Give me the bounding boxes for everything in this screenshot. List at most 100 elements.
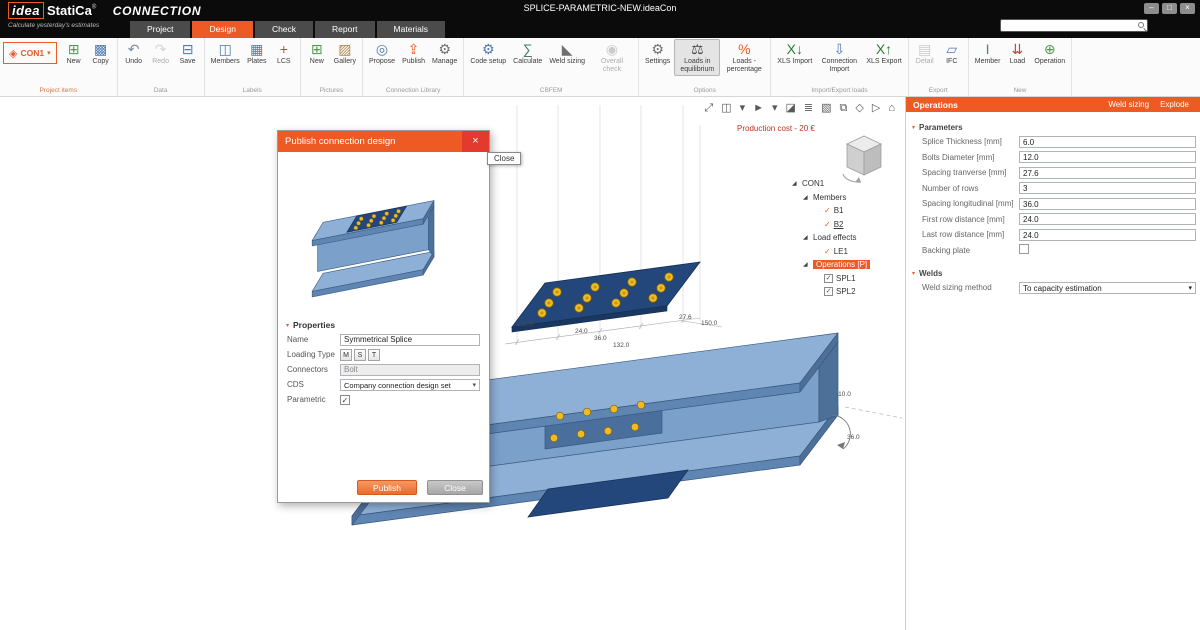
ribbon-pictures-gallery-button[interactable]: ▨Gallery <box>331 39 359 68</box>
ribbon-import-export-loads-xls-import-button[interactable]: X↓XLS Import <box>774 39 815 68</box>
checkbox-checked-icon[interactable]: ✓ <box>824 287 833 296</box>
param-number-of-rows-input[interactable]: 3 <box>1019 182 1196 194</box>
dimension-label: 150.0 <box>701 320 718 327</box>
copy-picture-icon[interactable]: ⧉ <box>840 101 848 115</box>
tab-report[interactable]: Report <box>315 21 375 38</box>
ribbon-options-loads-in-equilibrium-button[interactable]: ⚖Loads in equilibrium <box>674 39 720 76</box>
ribbon-project-items-new-button[interactable]: ⊞New <box>61 39 87 68</box>
section-collapse-icon[interactable]: ▾ <box>286 322 289 329</box>
layers-icon[interactable]: ≣ <box>804 101 813 115</box>
ribbon-item-label: Detail <box>916 58 934 66</box>
loading-type-t-button[interactable]: T <box>368 349 380 361</box>
parametric-checkbox[interactable]: ✓ <box>340 395 350 405</box>
loading-type-s-button[interactable]: S <box>354 349 366 361</box>
ribbon-data-undo-button[interactable]: ↶Undo <box>121 39 147 68</box>
param-first-row-distance-mm-input[interactable]: 24.0 <box>1019 213 1196 225</box>
tree-node-spl1[interactable]: ✓SPL1 <box>790 272 902 286</box>
ribbon-options-settings-button[interactable]: ⚙Settings <box>642 39 673 68</box>
ribbon-cbfem-calculate-button[interactable]: ∑Calculate <box>510 39 545 68</box>
tree-node-operations-p[interactable]: ◢Operations [P] <box>790 258 902 272</box>
transparency-icon[interactable]: ◇ <box>855 101 863 115</box>
param-label: Bolts Diameter [mm] <box>922 153 1019 162</box>
dialog-title: Publish connection design <box>278 136 462 147</box>
param-backing-plate-checkbox[interactable] <box>1019 244 1029 254</box>
explode-link[interactable]: Explode <box>1160 100 1200 109</box>
weld-sizing-link[interactable]: Weld sizing <box>1108 100 1160 109</box>
tree-node-label: Operations [P] <box>813 260 870 269</box>
param-spacing-longitudinal-mm-input[interactable]: 36.0 <box>1019 198 1196 210</box>
ribbon-import-export-loads-connection-import-button[interactable]: ⇩Connection Import <box>816 39 862 76</box>
ribbon-new-load-button[interactable]: ⇊Load <box>1004 39 1030 68</box>
param-bolts-diameter-mm-input[interactable]: 12.0 <box>1019 151 1196 163</box>
ribbon-pictures-new-button[interactable]: ⊞New <box>304 39 330 68</box>
tree-node-spl2[interactable]: ✓SPL2 <box>790 285 902 299</box>
ribbon-cbfem-weld-sizing-button[interactable]: ◣Weld sizing <box>546 39 588 68</box>
close-button[interactable]: Close <box>427 480 483 495</box>
section-collapse-icon[interactable]: ▾ <box>912 124 915 131</box>
ribbon-labels-plates-button[interactable]: ▦Plates <box>244 39 270 68</box>
expander-icon[interactable]: ◢ <box>803 261 813 268</box>
tree-node-label: LE1 <box>834 247 848 256</box>
ribbon-connection-library-publish-button[interactable]: ⇪Publish <box>399 39 428 68</box>
ribbon-labels-members-button[interactable]: ◫Members <box>208 39 243 68</box>
checked-icon[interactable]: ✓ <box>824 220 831 229</box>
select-caret-icon[interactable]: ▾ <box>772 101 778 115</box>
expander-icon[interactable]: ◢ <box>803 234 813 241</box>
send-view-icon[interactable]: ▷ <box>872 101 880 115</box>
minimize-button[interactable]: – <box>1144 3 1159 14</box>
camera-caret-icon[interactable]: ▾ <box>740 101 746 115</box>
loading-type-m-button[interactable]: M <box>340 349 352 361</box>
tab-materials[interactable]: Materials <box>377 21 445 38</box>
close-button[interactable]: × <box>1180 3 1195 14</box>
select-cursor-icon[interactable]: ► <box>753 101 764 115</box>
tree-node-b1[interactable]: ✓B1 <box>790 204 902 218</box>
tab-project[interactable]: Project <box>130 21 190 38</box>
ribbon-new-member-button[interactable]: IMember <box>972 39 1004 68</box>
expander-icon[interactable]: ◢ <box>792 180 802 187</box>
tree-node-load-effects[interactable]: ◢Load effects <box>790 231 902 245</box>
ribbon-import-export-loads-xls-export-button[interactable]: X↑XLS Export <box>863 39 904 68</box>
tree-node-con1[interactable]: ◢CON1 <box>790 177 902 191</box>
ribbon-labels-lcs-button[interactable]: +LCS <box>271 39 297 68</box>
section-collapse-icon[interactable]: ▾ <box>912 270 915 277</box>
param-splice-thickness-mm-input[interactable]: 6.0 <box>1019 136 1196 148</box>
ribbon-cbfem-code-setup-button[interactable]: ⚙Code setup <box>467 39 509 68</box>
ribbon-project-items-copy-button[interactable]: ▩Copy <box>88 39 114 68</box>
ribbon-export-ifc-button[interactable]: ▱IFC <box>939 39 965 68</box>
tab-design[interactable]: Design <box>192 21 252 38</box>
tab-check[interactable]: Check <box>255 21 313 38</box>
dialog-close-button[interactable]: × <box>462 131 489 152</box>
camera-view-icon[interactable]: ◫ <box>721 101 731 115</box>
fit-view-icon[interactable]: ⤢ <box>704 101 713 115</box>
checked-icon[interactable]: ✓ <box>824 247 831 256</box>
tree-node-b2[interactable]: ✓B2 <box>790 218 902 232</box>
checkbox-checked-icon[interactable]: ✓ <box>824 274 833 283</box>
tree-node-members[interactable]: ◢Members <box>790 191 902 205</box>
ribbon-options-loads-percentage-button[interactable]: %Loads - percentage <box>721 39 767 76</box>
ribbon-new-operation-button[interactable]: ⊕Operation <box>1031 39 1068 68</box>
publish-button[interactable]: Publish <box>357 480 417 495</box>
clip-plane-icon[interactable]: ◪ <box>786 101 796 115</box>
home-view-icon[interactable]: ⌂ <box>888 101 895 115</box>
dialog-titlebar[interactable]: Publish connection design × <box>278 131 489 152</box>
ribbon-connection-library-manage-button[interactable]: ⚙Manage <box>429 39 460 68</box>
document-title: SPLICE-PARAMETRIC-NEW.ideaCon <box>300 3 900 13</box>
ribbon-data-save-button[interactable]: ⊟Save <box>175 39 201 68</box>
ribbon-item-label: Calculate <box>513 58 542 66</box>
ribbon-connection-library-propose-button[interactable]: ◎Propose <box>366 39 398 68</box>
solid-mode-icon[interactable]: ▧ <box>821 101 831 115</box>
maximize-button[interactable]: □ <box>1162 3 1177 14</box>
search-input[interactable] <box>1000 19 1148 32</box>
section-title: Welds <box>919 269 942 278</box>
name-input[interactable] <box>340 334 480 346</box>
ribbon-project-items-con1-button[interactable]: ◈CON1▾ <box>3 42 57 64</box>
param-weld-sizing-method-select[interactable]: To capacity estimation▾ <box>1019 282 1196 294</box>
loading-type-row: Loading Type M S T <box>287 347 480 362</box>
cds-select[interactable]: Company connection design set ▾ <box>340 379 480 391</box>
param-spacing-tranverse-mm-input[interactable]: 27.6 <box>1019 167 1196 179</box>
param-last-row-distance-mm-input[interactable]: 24.0 <box>1019 229 1196 241</box>
expander-icon[interactable]: ◢ <box>803 194 813 201</box>
viewport-3d[interactable]: 132.0 24.0 36.0 132.0 27.6 150.0 -10.0 3… <box>0 97 905 630</box>
tree-node-le1[interactable]: ✓LE1 <box>790 245 902 259</box>
checked-icon[interactable]: ✓ <box>824 206 831 215</box>
